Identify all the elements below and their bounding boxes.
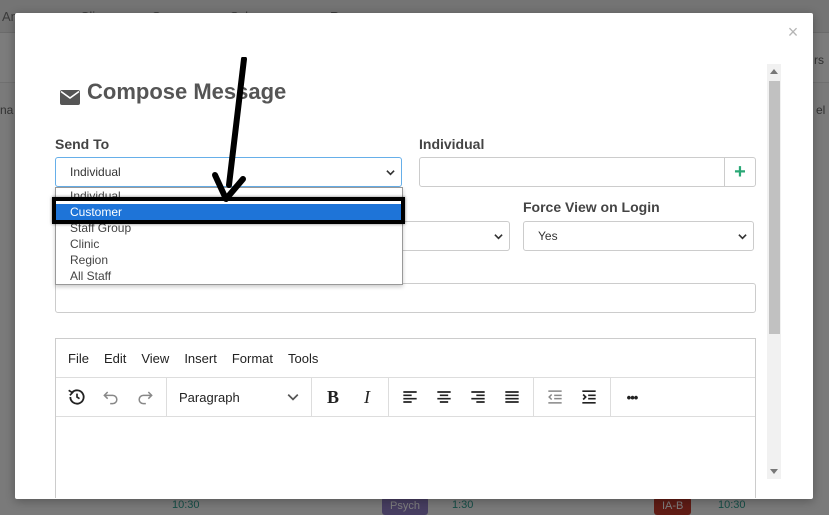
secondary-select[interactable] [395,221,510,251]
block-format-select[interactable]: Paragraph [171,382,307,412]
redo-button[interactable] [128,382,162,412]
send-to-dropdown-list: Individual Customer Staff Group Clinic R… [55,187,403,285]
history-button[interactable] [60,382,94,412]
send-to-label: Send To [55,136,110,152]
force-view-value: Yes [538,229,558,243]
editor-content-area[interactable] [56,417,755,497]
menu-edit[interactable]: Edit [104,351,126,366]
option-region[interactable]: Region [56,252,402,268]
option-clinic[interactable]: Clinic [56,236,402,252]
individual-input[interactable] [420,158,724,186]
menu-view[interactable]: View [141,351,169,366]
align-right-button[interactable] [461,382,495,412]
close-button[interactable]: × [785,23,801,41]
align-center-icon [437,391,451,403]
more-group: ••• [611,378,653,417]
text-style-group: B I [312,377,389,417]
individual-input-group: + [419,157,756,187]
chevron-down-icon [738,234,747,240]
force-view-select[interactable]: Yes [523,221,754,251]
page-title: Compose Message [60,79,286,105]
individual-label: Individual [419,136,485,152]
redo-icon [138,391,153,405]
more-icon: ••• [626,389,639,405]
option-all-staff[interactable]: All Staff [56,268,402,284]
bold-icon: B [326,386,339,407]
menu-tools[interactable]: Tools [288,351,318,366]
menu-insert[interactable]: Insert [184,351,217,366]
envelope-icon [60,85,80,105]
modal-scrollbar[interactable] [767,64,781,479]
italic-button[interactable]: I [350,382,384,412]
italic-icon: I [364,386,370,407]
alignment-group [389,377,534,417]
force-view-label: Force View on Login [523,199,660,215]
send-to-value: Individual [70,165,121,179]
editor-menubar: File Edit View Insert Format Tools [56,339,755,378]
scrollbar-thumb[interactable] [769,81,780,334]
scroll-up-icon[interactable] [770,69,778,74]
align-left-icon [403,391,417,403]
option-customer[interactable]: Customer [56,204,402,220]
subject-input[interactable] [55,283,756,313]
indent-button[interactable] [572,382,606,412]
align-justify-icon [505,391,519,403]
more-button[interactable]: ••• [615,382,649,412]
outdent-icon [548,390,562,404]
rich-text-editor: File Edit View Insert Format Tools Parag… [55,338,756,498]
align-left-button[interactable] [393,382,427,412]
align-center-button[interactable] [427,382,461,412]
add-individual-button[interactable]: + [724,158,755,186]
chevron-down-icon [494,234,503,240]
indent-group [534,377,611,417]
option-staff-group[interactable]: Staff Group [56,220,402,236]
chevron-down-icon [287,394,299,401]
history-group [56,377,167,417]
send-to-select[interactable]: Individual [55,157,402,187]
option-individual[interactable]: Individual [56,188,402,204]
chevron-down-icon [386,170,395,176]
bold-button[interactable]: B [316,382,350,412]
align-right-icon [471,391,485,403]
indent-icon [582,390,596,404]
compose-message-modal: × Compose Message Send To Individual Ind… [15,13,813,499]
menu-file[interactable]: File [68,351,89,366]
align-justify-button[interactable] [495,382,529,412]
undo-icon [103,391,118,405]
editor-toolbar: Paragraph B I ••• [56,377,755,417]
menu-format[interactable]: Format [232,351,273,366]
scroll-down-icon[interactable] [770,469,778,474]
block-format-value: Paragraph [179,389,240,405]
history-icon [68,389,85,405]
title-text: Compose Message [87,79,287,104]
outdent-button[interactable] [538,382,572,412]
undo-button[interactable] [94,382,128,412]
block-format-group: Paragraph [167,377,312,417]
